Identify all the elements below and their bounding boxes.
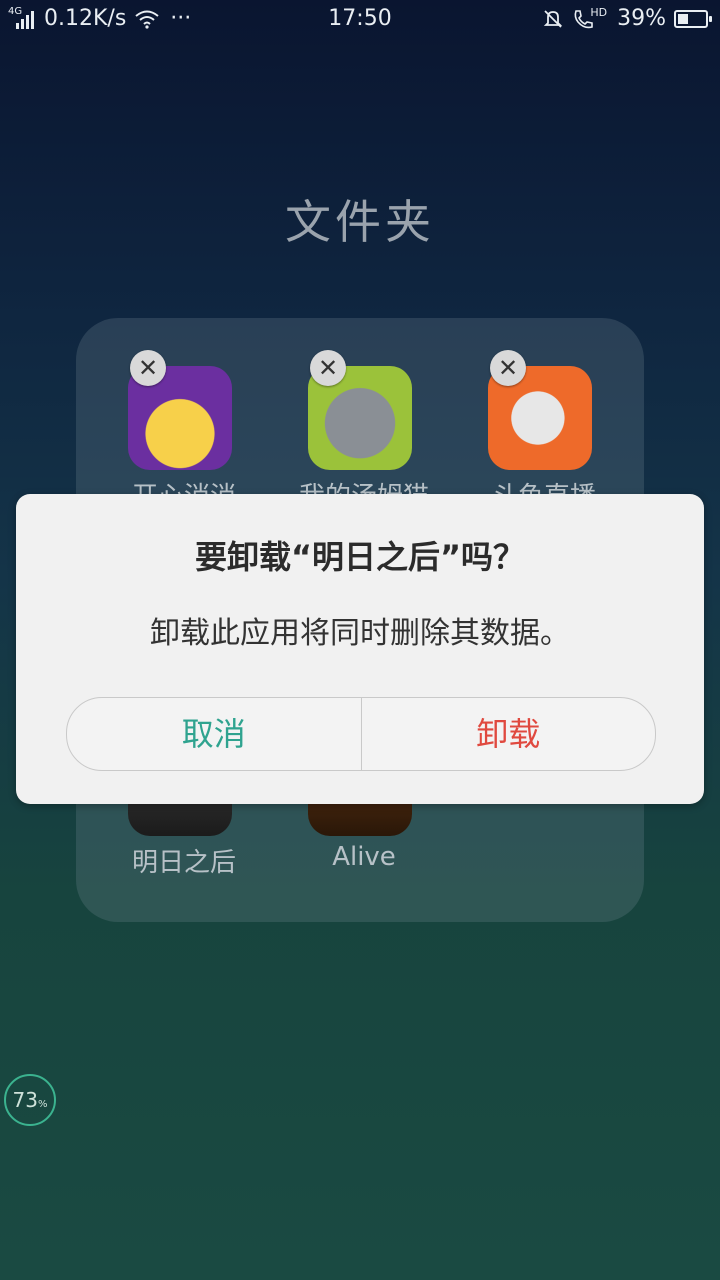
memory-value: 73 (12, 1088, 38, 1112)
status-bar: 4G 0.12K/s ··· 17:50 HD 39% (0, 0, 720, 38)
hd-label: HD (590, 6, 608, 19)
close-icon[interactable]: ✕ (130, 350, 166, 386)
memory-unit: % (37, 1099, 48, 1110)
dialog-message: 卸载此应用将同时删除其数据。 (150, 616, 570, 651)
battery-icon (674, 9, 712, 28)
uninstall-dialog: 要卸载“明日之后”吗？ 卸载此应用将同时删除其数据。 取消 卸载 (16, 494, 704, 804)
app-label: 明日之后 (131, 848, 236, 878)
app-tile[interactable]: ✕ 斗鱼直播 (454, 318, 596, 512)
app-label: Alive (332, 842, 396, 872)
battery-percent: 39% (617, 6, 666, 31)
app-tile[interactable]: ✕ 开心消消 (94, 318, 236, 512)
folder-title[interactable]: 文件夹 (0, 186, 720, 252)
app-tile[interactable]: ✕ 我的汤姆猫 (274, 318, 429, 512)
status-right: HD 39% (542, 6, 712, 31)
cancel-button[interactable]: 取消 (67, 698, 362, 770)
memory-cleaner-widget[interactable]: 73% (4, 1074, 56, 1126)
close-icon[interactable]: ✕ (490, 350, 526, 386)
dialog-title: 要卸载“明日之后”吗？ (194, 538, 526, 576)
uninstall-button[interactable]: 卸载 (362, 698, 656, 770)
dialog-button-bar: 取消 卸载 (66, 697, 656, 771)
battery-fill (678, 13, 688, 24)
alarm-off-icon (544, 9, 563, 28)
close-icon[interactable]: ✕ (310, 350, 346, 386)
